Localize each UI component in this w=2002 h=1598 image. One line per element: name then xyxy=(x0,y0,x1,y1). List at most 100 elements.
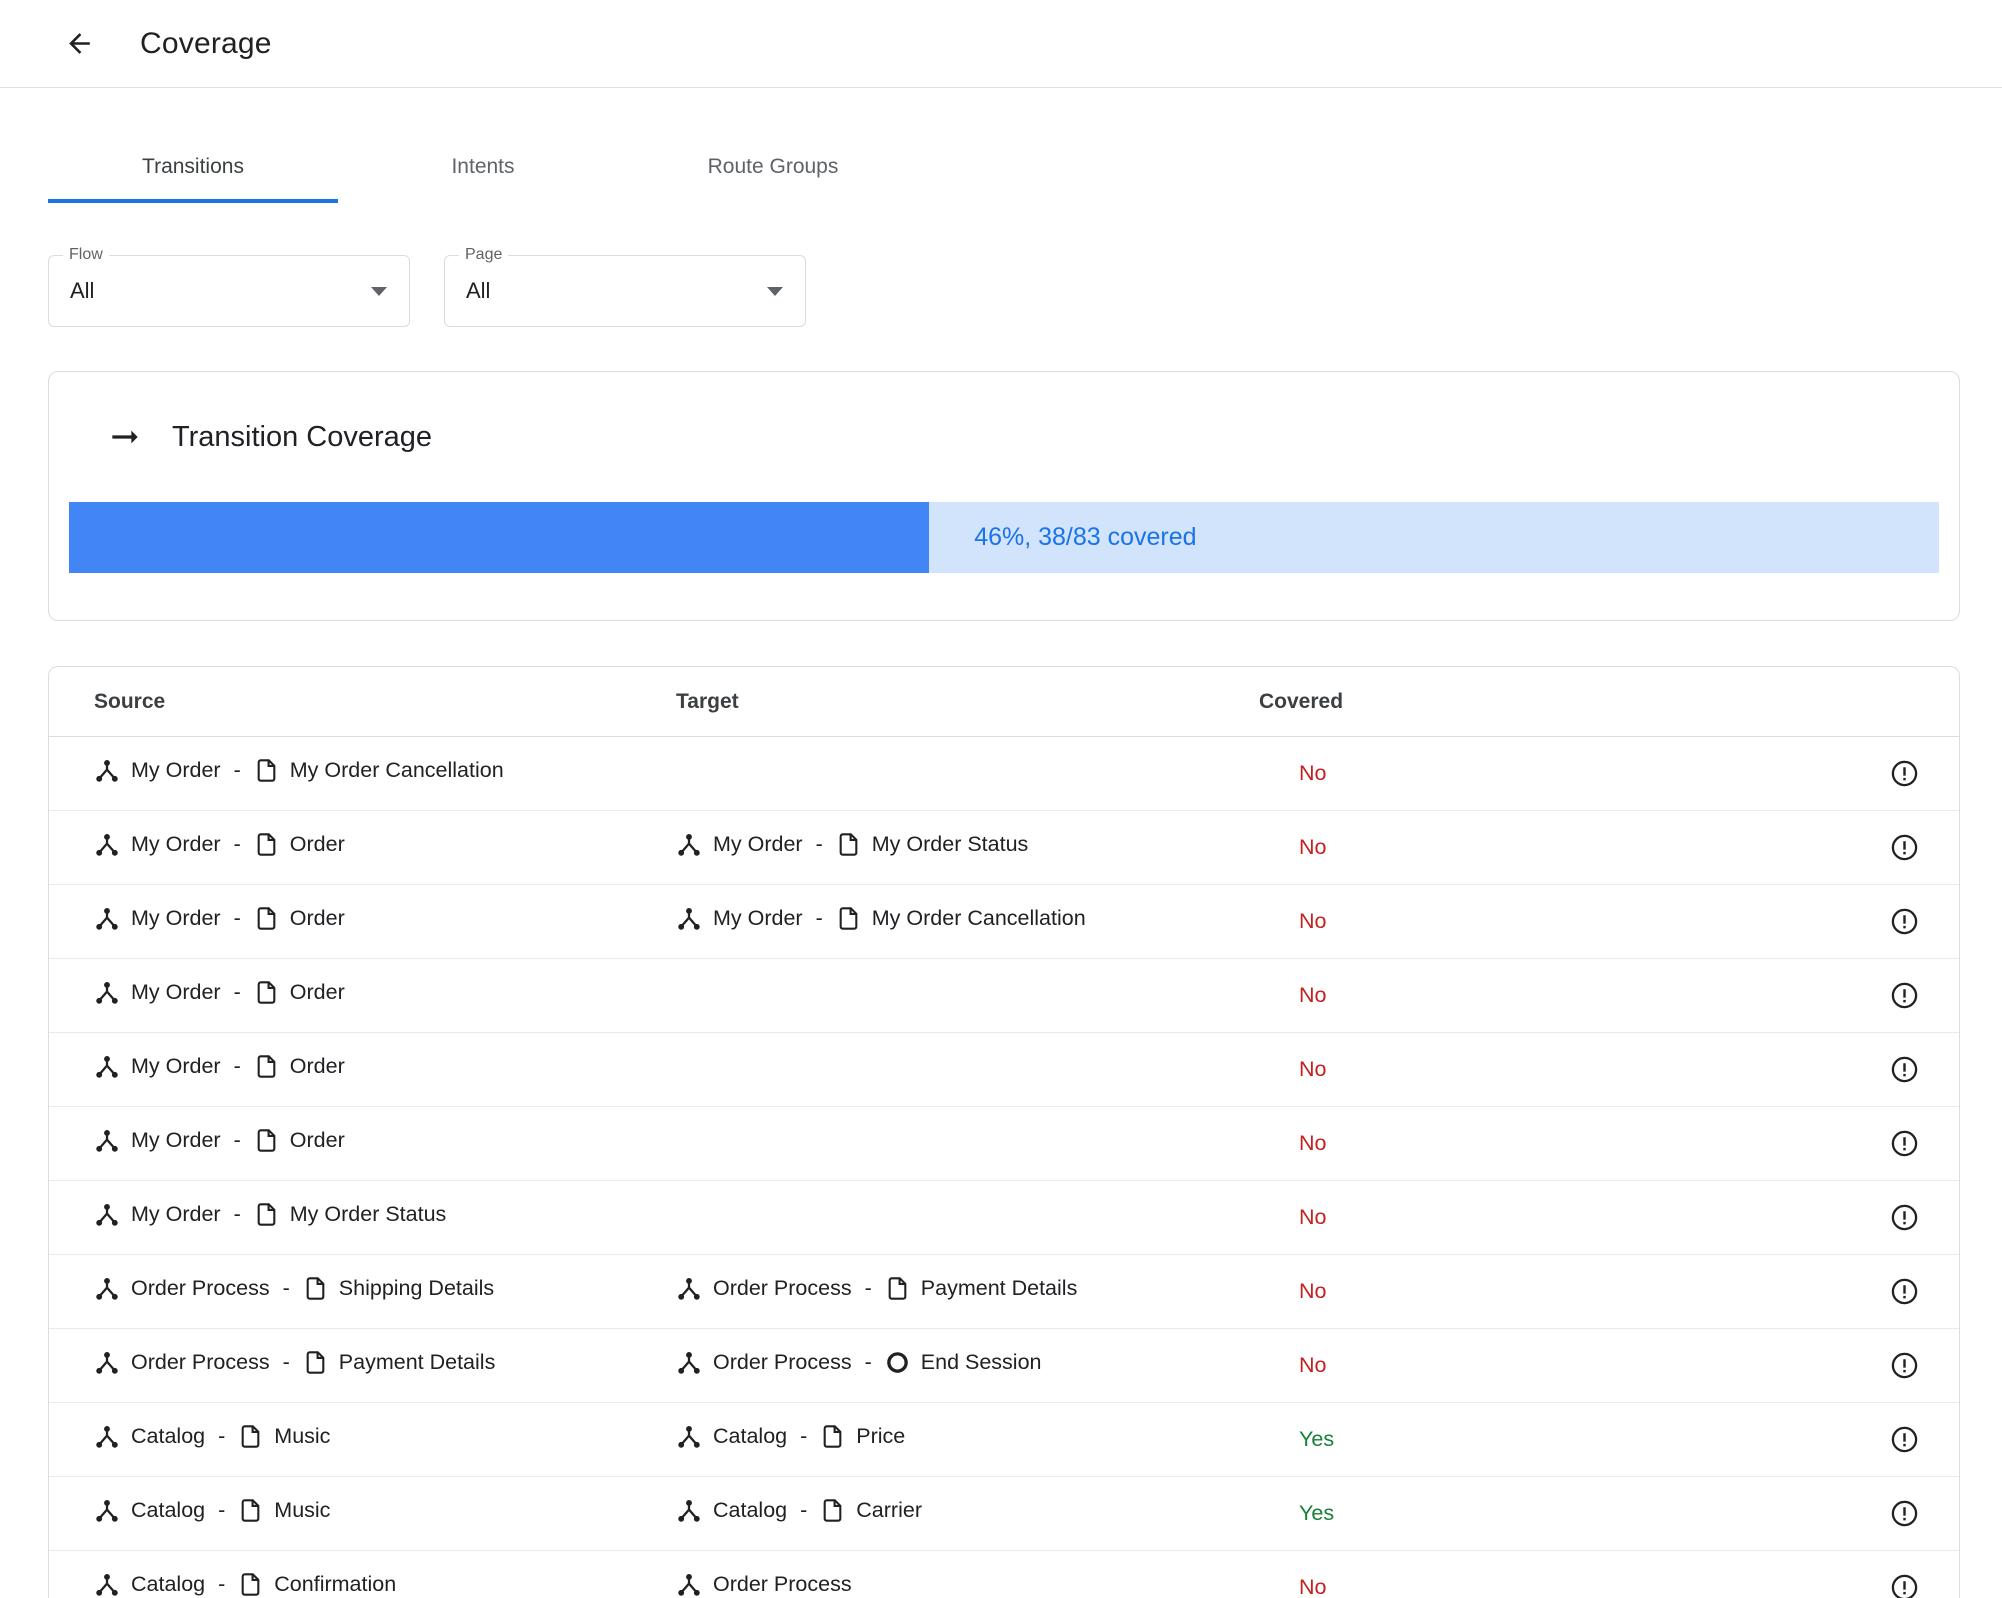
flow-name: Catalog xyxy=(131,1424,206,1448)
flow-icon xyxy=(676,832,702,858)
target-cell: Order Process - End Session xyxy=(676,1350,1259,1382)
page-name: Music xyxy=(274,1498,331,1522)
resource-ref: My Order - My Order Status xyxy=(94,1202,446,1228)
source-cell: Catalog - Music xyxy=(94,1498,676,1530)
flow-select[interactable]: Flow All xyxy=(48,246,410,327)
target-cell: My Order - My Order Status xyxy=(676,832,1259,864)
tab-transitions[interactable]: Transitions xyxy=(48,134,338,203)
flow-icon xyxy=(94,1054,120,1080)
page-icon xyxy=(885,1276,910,1301)
flow-name: Order Process xyxy=(713,1350,852,1374)
page-name: Order xyxy=(289,832,345,856)
target-cell: Catalog - Price xyxy=(676,1424,1259,1456)
flow-name: My Order xyxy=(131,906,221,930)
separator: - xyxy=(218,1498,226,1522)
separator: - xyxy=(864,1350,872,1374)
flow-icon xyxy=(94,1276,120,1302)
error-outline-icon[interactable] xyxy=(1890,1277,1919,1306)
arrow-right-icon xyxy=(106,418,144,456)
page-icon xyxy=(238,1572,263,1597)
page-select[interactable]: Page All xyxy=(444,246,806,327)
source-cell: My Order - Order xyxy=(94,1128,676,1160)
flow-icon xyxy=(94,1202,120,1228)
separator: - xyxy=(233,758,241,782)
flow-name: Order Process xyxy=(713,1572,852,1596)
error-outline-icon[interactable] xyxy=(1890,1055,1919,1084)
table-row: Catalog - Music Catalog - Price Yes xyxy=(49,1403,1959,1477)
error-outline-icon[interactable] xyxy=(1890,1573,1919,1598)
info-cell xyxy=(1849,1203,1959,1232)
flow-name: My Order xyxy=(131,980,221,1004)
resource-ref: Catalog - Confirmation xyxy=(94,1572,396,1598)
info-cell xyxy=(1849,759,1959,788)
page-icon xyxy=(254,1054,279,1079)
table-row: My Order - Order No xyxy=(49,1107,1959,1181)
covered-value: No xyxy=(1299,1057,1327,1081)
table-row: Order Process - Payment Details Order Proce… xyxy=(49,1329,1959,1403)
covered-value: No xyxy=(1299,835,1327,859)
info-cell xyxy=(1849,1277,1959,1306)
error-outline-icon[interactable] xyxy=(1890,907,1919,936)
error-outline-icon[interactable] xyxy=(1890,1203,1919,1232)
separator: - xyxy=(233,1054,241,1078)
flow-icon xyxy=(676,906,702,932)
covered-value: No xyxy=(1299,1205,1327,1229)
info-cell xyxy=(1849,1351,1959,1380)
error-outline-icon[interactable] xyxy=(1890,1499,1919,1528)
flow-name: My Order xyxy=(131,832,221,856)
page-name: Order xyxy=(289,980,345,1004)
flow-name: My Order xyxy=(131,1054,221,1078)
flow-icon xyxy=(94,1498,120,1524)
table-row: My Order - Order My Order - My Order Cancella… xyxy=(49,885,1959,959)
separator: - xyxy=(233,1202,241,1226)
resource-ref: Order Process - Shipping Details xyxy=(94,1276,494,1302)
flow-icon xyxy=(94,906,120,932)
back-button[interactable] xyxy=(58,23,100,65)
page-name: Confirmation xyxy=(274,1572,397,1596)
separator: - xyxy=(218,1572,226,1596)
flow-icon xyxy=(94,1350,120,1376)
page-icon xyxy=(836,832,861,857)
app-header: Coverage xyxy=(0,0,2002,88)
error-outline-icon[interactable] xyxy=(1890,833,1919,862)
page-name: Order xyxy=(289,1128,345,1152)
column-header-covered: Covered xyxy=(1259,689,1344,713)
flow-name: My Order xyxy=(713,832,803,856)
flow-icon xyxy=(676,1350,702,1376)
error-outline-icon[interactable] xyxy=(1890,759,1919,788)
target-cell: Catalog - Carrier xyxy=(676,1498,1259,1530)
page-icon xyxy=(820,1498,845,1523)
page-icon xyxy=(303,1350,328,1375)
error-outline-icon[interactable] xyxy=(1890,1351,1919,1380)
tab-intents[interactable]: Intents xyxy=(338,134,628,203)
resource-ref: Catalog - Music xyxy=(94,1498,330,1524)
table-body: My Order - My Order Cancellation No My Order… xyxy=(49,737,1959,1598)
covered-value: Yes xyxy=(1299,1501,1335,1525)
page-name: Payment Details xyxy=(920,1276,1078,1300)
separator: - xyxy=(233,1128,241,1152)
resource-ref: Catalog - Price xyxy=(676,1424,905,1450)
source-cell: My Order - My Order Status xyxy=(94,1202,676,1234)
tab-route-groups[interactable]: Route Groups xyxy=(628,134,918,203)
separator: - xyxy=(282,1350,290,1374)
resource-ref: Order Process - Payment Details xyxy=(94,1350,495,1376)
flow-name: Catalog xyxy=(131,1572,206,1596)
coverage-table: Source Target Covered My Order - My Order … xyxy=(48,666,1960,1598)
resource-ref: My Order - Order xyxy=(94,832,345,858)
page-icon xyxy=(238,1498,263,1523)
error-outline-icon[interactable] xyxy=(1890,1425,1919,1454)
table-row: Catalog - Music Catalog - Carrier Yes xyxy=(49,1477,1959,1551)
info-cell xyxy=(1849,981,1959,1010)
progress-fill xyxy=(69,502,930,573)
error-outline-icon[interactable] xyxy=(1890,981,1919,1010)
resource-ref: Catalog - Carrier xyxy=(676,1498,922,1524)
source-cell: Order Process - Shipping Details xyxy=(94,1276,676,1308)
error-outline-icon[interactable] xyxy=(1890,1129,1919,1158)
target-cell: Order Process xyxy=(676,1572,1259,1598)
covered-value: Yes xyxy=(1299,1427,1335,1451)
page-name: End Session xyxy=(920,1350,1042,1374)
page-title: Coverage xyxy=(140,26,272,60)
separator: - xyxy=(233,980,241,1004)
source-cell: Order Process - Payment Details xyxy=(94,1350,676,1382)
page-name: Carrier xyxy=(856,1498,922,1522)
